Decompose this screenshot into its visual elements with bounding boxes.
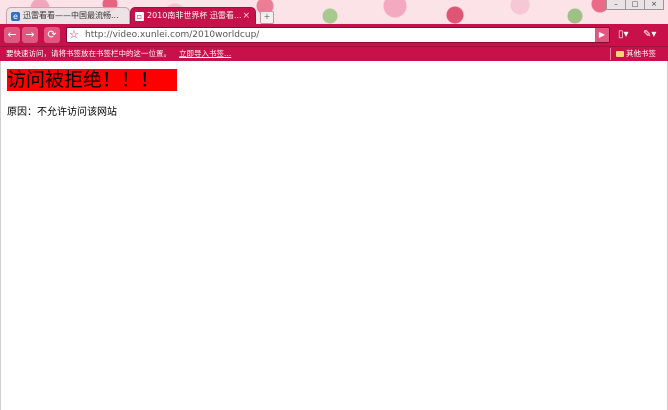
minimize-window-icon[interactable]: – (606, 0, 626, 10)
back-button[interactable]: ← (4, 27, 20, 43)
back-arrow-icon: ← (7, 28, 17, 41)
import-bookmarks-link[interactable]: 立即导入书签... (179, 47, 231, 61)
maximize-window-icon[interactable]: □ (625, 0, 645, 10)
new-tab-button[interactable]: + (260, 11, 274, 24)
page-favicon-icon: ▫ (135, 12, 144, 21)
star-icon[interactable]: ☆ (69, 27, 79, 43)
page-menu-button[interactable]: ▯▾ (618, 27, 629, 43)
wrench-icon: ✎▾ (643, 29, 657, 40)
reload-button[interactable]: ⟳ (44, 27, 60, 43)
bookmarks-bar: 要快速访问，请将书签放在书签栏中的这一位置。 立即导入书签... 其他书签 (0, 46, 668, 61)
folder-icon (616, 51, 624, 57)
other-bookmarks-label: 其他书签 (626, 49, 656, 58)
tab-worldcup[interactable]: ▫ 2010南非世界杯 迅雷看... × (130, 7, 256, 24)
page-icon: ▯▾ (618, 29, 629, 40)
browser-toolbar: ← → ⟳ ☆ ▶ ▯▾ ✎▾ (0, 24, 668, 46)
other-bookmarks-button[interactable]: 其他书签 (616, 47, 656, 61)
forward-button[interactable]: → (22, 27, 38, 43)
forward-arrow-icon: → (25, 28, 35, 41)
tab-close-icon[interactable]: × (242, 8, 250, 24)
tab-strip: e 迅雷看看——中国最流畅... ▫ 2010南非世界杯 迅雷看... × + … (0, 0, 668, 24)
tab-label: 迅雷看看——中国最流畅... (23, 11, 119, 20)
tab-xunlei-kankan[interactable]: e 迅雷看看——中国最流畅... (6, 7, 130, 24)
tools-menu-button[interactable]: ✎▾ (643, 27, 656, 43)
denial-reason: 原因：不允许访问该网站 (7, 107, 117, 118)
page-content: 访问被拒绝！！！ 原因：不允许访问该网站 (0, 61, 668, 410)
bookmarks-divider (610, 48, 611, 60)
access-denied-heading: 访问被拒绝！！！ (7, 69, 177, 91)
browser-favicon-icon: e (11, 12, 20, 21)
tab-label: 2010南非世界杯 迅雷看... (147, 11, 242, 20)
close-window-icon[interactable]: × (644, 0, 664, 10)
url-input[interactable] (85, 28, 590, 42)
go-icon[interactable]: ▶ (595, 28, 609, 42)
reload-icon: ⟳ (47, 28, 57, 41)
bookmarks-prompt: 要快速访问，请将书签放在书签栏中的这一位置。 (6, 49, 171, 58)
address-bar[interactable]: ☆ ▶ (66, 27, 610, 43)
